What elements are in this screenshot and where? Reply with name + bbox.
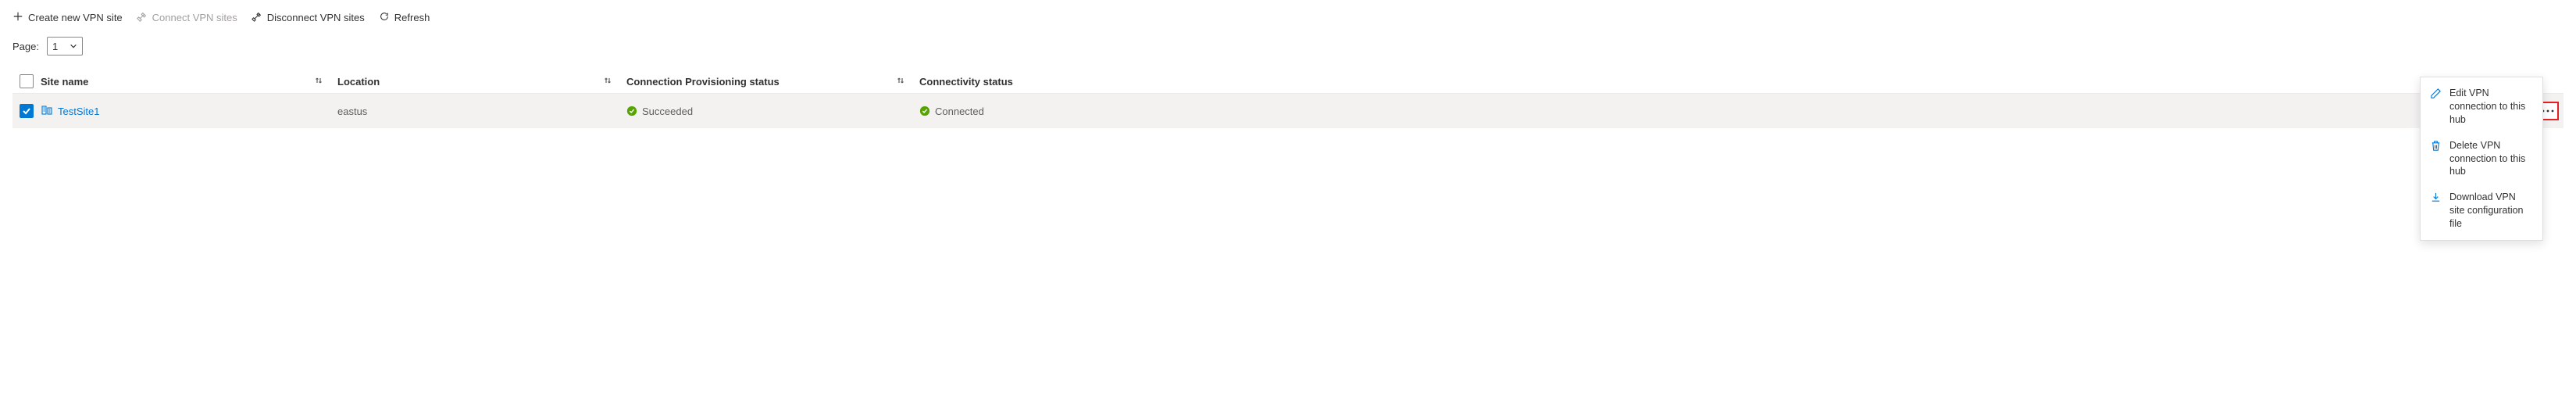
create-vpn-site-button[interactable]: Create new VPN site <box>12 9 123 26</box>
header-site[interactable]: Site name <box>41 76 337 88</box>
refresh-icon <box>379 11 390 24</box>
table-row: TestSite1 eastus Succeeded Connected <box>12 94 2564 128</box>
header-provisioning-label: Connection Provisioning status <box>626 76 780 88</box>
header-connectivity[interactable]: Connectivity status <box>919 76 2532 88</box>
command-bar: Create new VPN site Connect VPN sites Di… <box>12 9 2564 26</box>
pager: Page: 1 <box>12 37 2564 55</box>
menu-delete-connection[interactable]: Delete VPN connection to this hub <box>2421 133 2542 185</box>
disconnect-label: Disconnect VPN sites <box>267 12 365 23</box>
sort-icon <box>603 76 612 88</box>
row-checkbox[interactable] <box>20 104 34 118</box>
menu-download-config[interactable]: Download VPN site configuration file <box>2421 184 2542 237</box>
plug-connect-icon <box>137 11 148 24</box>
location-cell: eastus <box>337 106 626 117</box>
vpn-site-icon <box>41 104 53 119</box>
select-all-checkbox[interactable] <box>20 74 34 88</box>
connect-label: Connect VPN sites <box>152 12 237 23</box>
provisioning-cell: Succeeded <box>626 106 919 117</box>
download-icon <box>2430 192 2442 203</box>
success-icon <box>626 106 637 116</box>
menu-edit-label: Edit VPN connection to this hub <box>2449 87 2533 127</box>
page-value: 1 <box>52 41 58 52</box>
connectivity-value: Connected <box>935 106 984 117</box>
refresh-button[interactable]: Refresh <box>379 9 430 26</box>
disconnect-vpn-sites-button[interactable]: Disconnect VPN sites <box>252 9 365 26</box>
pencil-icon <box>2430 88 2442 99</box>
menu-download-label: Download VPN site configuration file <box>2449 191 2533 231</box>
page-select[interactable]: 1 <box>47 37 83 55</box>
chevron-down-icon <box>70 41 77 52</box>
site-name-link[interactable]: TestSite1 <box>58 106 99 117</box>
trash-icon <box>2430 140 2442 152</box>
plug-disconnect-icon <box>252 11 262 24</box>
header-location[interactable]: Location <box>337 76 626 88</box>
create-label: Create new VPN site <box>28 12 123 23</box>
menu-edit-connection[interactable]: Edit VPN connection to this hub <box>2421 81 2542 133</box>
header-provisioning[interactable]: Connection Provisioning status <box>626 76 919 88</box>
header-location-label: Location <box>337 76 380 88</box>
success-icon <box>919 106 930 116</box>
menu-delete-label: Delete VPN connection to this hub <box>2449 139 2533 179</box>
connectivity-cell: Connected <box>919 106 2532 117</box>
pager-label: Page: <box>12 41 39 52</box>
header-site-label: Site name <box>41 76 88 88</box>
plus-icon <box>12 11 23 24</box>
sort-icon <box>896 76 905 88</box>
row-context-menu: Edit VPN connection to this hub Delete V… <box>2420 77 2543 241</box>
provisioning-value: Succeeded <box>642 106 693 117</box>
connect-vpn-sites-button[interactable]: Connect VPN sites <box>137 9 237 26</box>
sort-icon <box>314 76 323 88</box>
refresh-label: Refresh <box>394 12 430 23</box>
header-connectivity-label: Connectivity status <box>919 76 1013 88</box>
table-header: Site name Location Connection Provisioni… <box>12 70 2564 94</box>
